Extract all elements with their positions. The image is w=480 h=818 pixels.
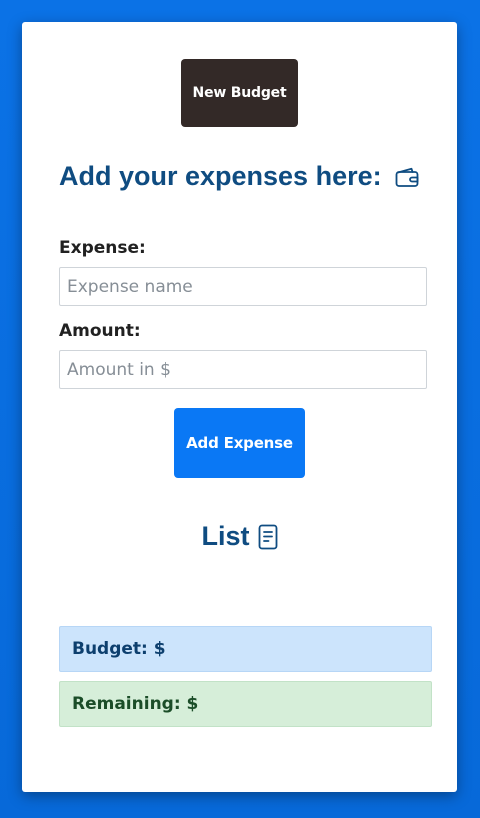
amount-input[interactable] [59,350,427,389]
expense-label: Expense: [59,238,146,258]
expense-name-input[interactable] [59,267,427,306]
list-title: List [22,521,457,552]
amount-label: Amount: [59,321,141,341]
budget-card: New Budget Add your expenses here: Expen… [22,22,457,792]
wallet-icon [395,166,419,188]
new-budget-button[interactable]: New Budget [181,59,298,127]
add-expense-button[interactable]: Add Expense [174,408,305,478]
budget-text: Budget: $ [72,639,166,659]
list-title-text: List [201,521,250,551]
document-list-icon [258,524,278,550]
page-title: Add your expenses here: [59,161,419,192]
remaining-alert: Remaining: $ [59,681,432,727]
remaining-text: Remaining: $ [72,694,199,714]
budget-alert: Budget: $ [59,626,432,672]
page-title-text: Add your expenses here: [59,161,382,191]
